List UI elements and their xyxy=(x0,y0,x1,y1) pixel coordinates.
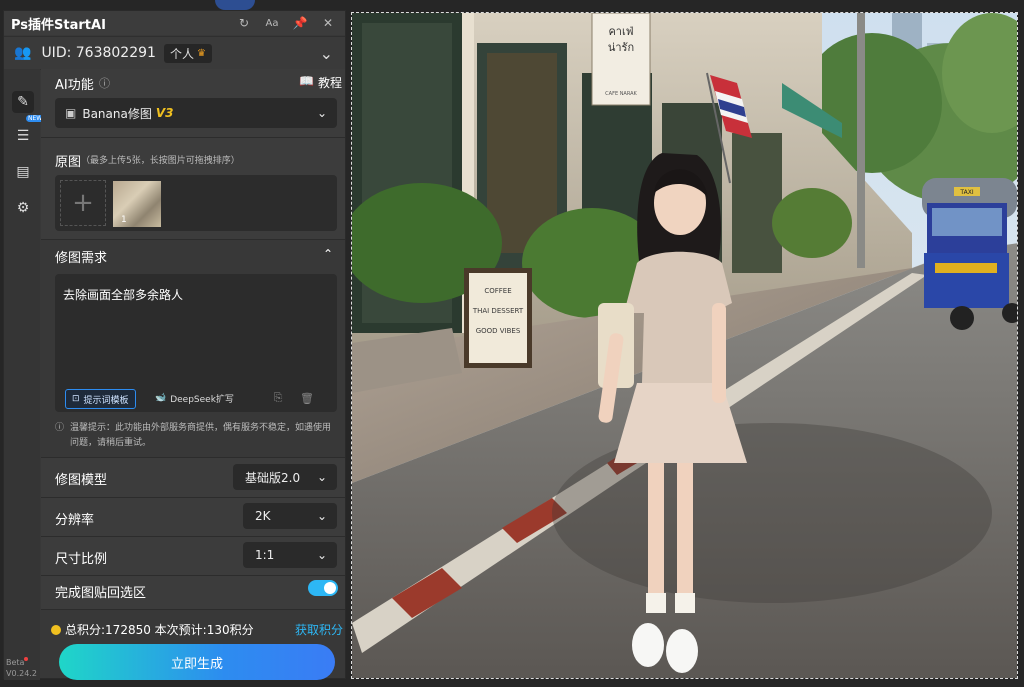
user-bar[interactable]: 👥 UID: 763802291 个人 ♛ ⌄ xyxy=(4,36,345,70)
add-image-button[interactable]: + xyxy=(60,180,106,226)
original-label: 原图 xyxy=(55,155,82,170)
refresh-icon[interactable]: ↻ xyxy=(235,15,253,31)
tuktuk-sign: TAXI xyxy=(959,189,973,196)
version-badge: V3 xyxy=(155,106,174,120)
plugin-panel: Ps插件StartAI ↻ Aa 📌 ✕ 👥 UID: 763802291 个人… xyxy=(3,10,346,680)
points-info: 总积分:172850 本次预计:130积分 xyxy=(51,621,254,638)
tuk-tuk: TAXI xyxy=(922,178,1017,330)
deepseek-icon: 🐋 xyxy=(155,393,167,403)
gear-icon[interactable]: ⚙ xyxy=(12,197,34,219)
template-icon: ⊡ xyxy=(72,394,80,404)
model-label: 修图模型 xyxy=(55,473,108,488)
document-icon[interactable]: ▤ xyxy=(12,161,34,183)
chevron-down-icon: ⌄ xyxy=(316,470,327,484)
layers-icon[interactable]: ☰ xyxy=(12,125,34,147)
ai-function-label: AI功能 xyxy=(55,78,94,93)
board-line: GOOD VIBES xyxy=(476,327,521,335)
pin-icon[interactable]: 📌 xyxy=(291,15,309,31)
resolution-select[interactable]: 2K ⌄ xyxy=(243,503,337,529)
requirement-textarea[interactable]: 去除画面全部多余路人 ⊡ 提示词模板 🐋 DeepSeek扩写 ⎘ 🗑 xyxy=(55,274,337,412)
prompt-template-button[interactable]: ⊡ 提示词模板 xyxy=(65,389,136,409)
chevron-down-icon[interactable]: ⌄ xyxy=(320,44,333,63)
resolution-label: 分辨率 xyxy=(55,513,95,528)
image-upload-area: + 1 xyxy=(55,175,337,231)
trash-icon[interactable]: 🗑 xyxy=(300,391,314,405)
account-type-badge: 个人 ♛ xyxy=(163,43,212,63)
paste-back-toggle[interactable] xyxy=(308,580,338,596)
sidebar: ✎ ☰ NEW ▤ ⚙ Beta V0.24.2 xyxy=(4,69,45,680)
app-logo-peek xyxy=(215,0,255,10)
info-icon: ⓘ xyxy=(55,423,65,433)
chevron-up-icon[interactable]: ⌃ xyxy=(323,247,333,261)
edit-icon[interactable]: ✎ xyxy=(12,91,34,113)
font-size-icon[interactable]: Aa xyxy=(263,15,281,31)
close-icon[interactable]: ✕ xyxy=(319,15,337,31)
requirement-label: 修图需求 xyxy=(55,251,108,266)
info-icon[interactable]: ⓘ xyxy=(99,75,110,91)
model-select[interactable]: 基础版2.0 ⌄ xyxy=(233,464,337,490)
get-points-link[interactable]: 获取积分 xyxy=(295,621,343,638)
image-thumbnail[interactable]: 1 xyxy=(113,181,161,227)
generate-button[interactable]: 立即生成 xyxy=(59,644,335,680)
chevron-down-icon: ⌄ xyxy=(316,548,327,562)
history-icon[interactable]: ⎘ xyxy=(271,391,285,405)
app-title: Ps插件StartAI xyxy=(11,17,106,33)
ai-function-select[interactable]: ▣ Banana修图 V3 ⌄ xyxy=(55,98,337,128)
ratio-select[interactable]: 1:1 ⌄ xyxy=(243,542,337,568)
chevron-down-icon: ⌄ xyxy=(316,106,327,120)
title-bar: Ps插件StartAI ↻ Aa 📌 ✕ xyxy=(4,11,345,35)
deepseek-expand-button[interactable]: 🐋 DeepSeek扩写 xyxy=(155,389,234,407)
crown-icon: ♛ xyxy=(196,47,206,59)
document-canvas[interactable]: คาเฟ่ น่ารัก CAFE NARAK COFFEE THAI DESS… xyxy=(351,12,1018,679)
users-icon: 👥 xyxy=(14,45,32,61)
tutorial-link[interactable]: 📖 教程 xyxy=(299,74,342,91)
board-line: COFFEE xyxy=(484,287,511,295)
board-line: THAI DESSERT xyxy=(472,307,524,315)
hanging-sign-text: คาเฟ่ xyxy=(608,25,633,38)
book-icon: 📖 xyxy=(299,74,314,88)
street-photo: คาเฟ่ น่ารัก CAFE NARAK COFFEE THAI DESS… xyxy=(352,13,1017,678)
hanging-sign-text: CAFE NARAK xyxy=(605,91,637,97)
version-info: Beta V0.24.2 xyxy=(6,657,37,678)
ratio-label: 尺寸比例 xyxy=(55,552,108,567)
paste-back-label: 完成图贴回选区 xyxy=(55,586,147,601)
service-notice: ⓘ 温馨提示：此功能由外部服务商提供，偶有服务不稳定，如遇使用问题，请稍后重试。 xyxy=(55,421,340,451)
chevron-down-icon: ⌄ xyxy=(316,509,327,523)
user-uid: UID: 763802291 xyxy=(41,45,156,61)
image-icon: ▣ xyxy=(65,106,77,120)
original-hint: （最多上传5张，长按图片可拖拽排序） xyxy=(81,156,240,166)
hanging-sign-text: น่ารัก xyxy=(608,41,634,54)
coin-icon xyxy=(51,624,61,635)
